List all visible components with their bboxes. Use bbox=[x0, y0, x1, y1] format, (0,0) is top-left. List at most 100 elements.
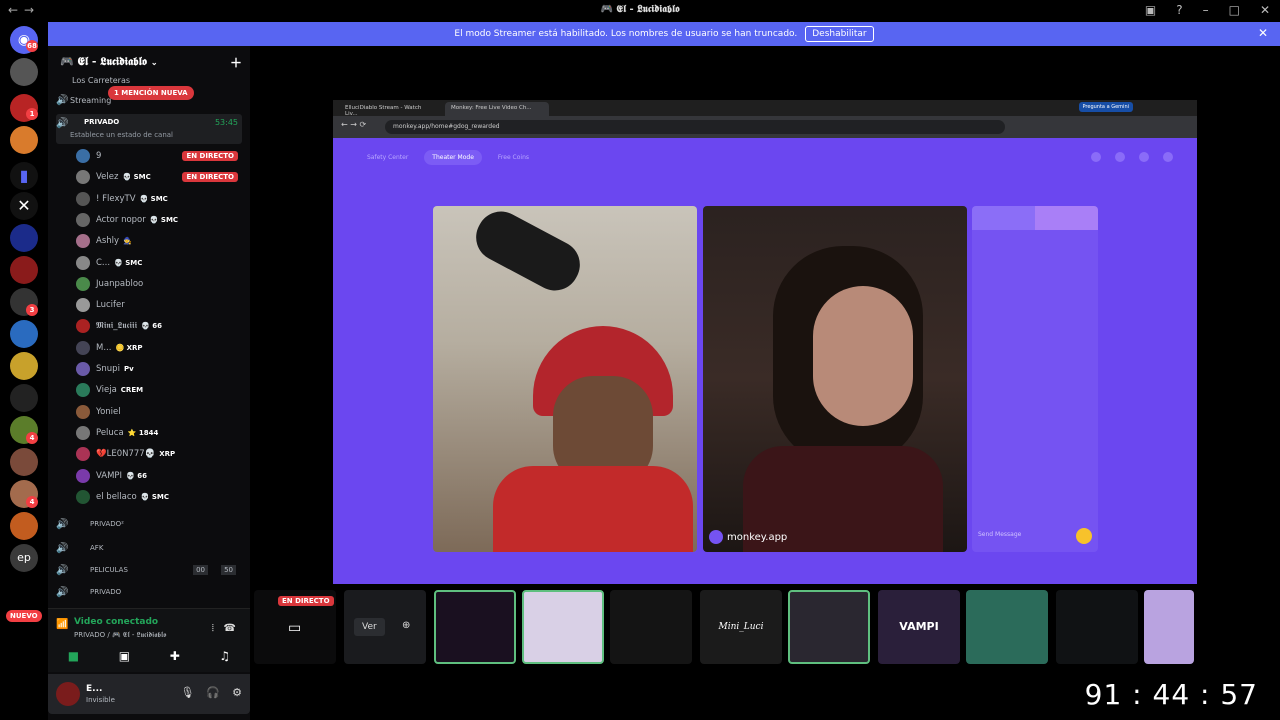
voice-channel-peliculas[interactable]: 🔊 PELICULAS 00 50 bbox=[56, 560, 242, 580]
mention-pill[interactable]: 1 MENCIÓN NUEVA bbox=[108, 86, 194, 100]
minimize-button[interactable]: – bbox=[1203, 3, 1209, 17]
unread-badge: 1 bbox=[26, 108, 38, 120]
participant-tile-vampi[interactable]: VAMPI bbox=[878, 590, 960, 664]
server-icon[interactable] bbox=[10, 256, 38, 284]
nav-theater-mode[interactable]: Theater Mode bbox=[424, 150, 482, 165]
chat-tab[interactable] bbox=[1035, 206, 1098, 230]
voice-channel-privado[interactable]: 🔊 PRIVADO 53:45 Establece un estado de c… bbox=[56, 114, 242, 144]
server-icon[interactable]: ✕ bbox=[10, 192, 38, 220]
voice-user-row[interactable]: el bellaco 💀 SMC bbox=[76, 487, 242, 507]
voice-user-row[interactable]: ! FlexyTV 💀 SMC bbox=[76, 189, 242, 209]
voice-user-row[interactable]: 9 EN DIRECTO bbox=[76, 146, 242, 166]
profile-icon[interactable] bbox=[1163, 152, 1173, 162]
user-tag: 💀 66 bbox=[141, 322, 163, 331]
send-message-input[interactable]: Send Message bbox=[978, 531, 1021, 538]
soundboard-icon[interactable]: ♫ bbox=[219, 649, 230, 663]
avatar bbox=[76, 447, 90, 462]
disable-streamer-button[interactable]: Deshabilitar bbox=[805, 26, 874, 42]
voice-user-row[interactable]: 𝕸𝖎𝖓𝖎_𝕷𝖚𝖈𝖎𝖎𝖎 💀 66 bbox=[76, 316, 242, 336]
browser-tab-active[interactable]: Monkey: Free Live Video Ch... bbox=[445, 102, 549, 116]
signal-icon[interactable]: 📶 bbox=[56, 619, 68, 630]
voice-user-row[interactable]: 💔LE0N777💀 XRP bbox=[76, 444, 242, 464]
voice-channel-afk[interactable]: 🔊 AFK bbox=[56, 538, 242, 558]
voice-user-name: ! FlexyTV bbox=[96, 193, 136, 204]
screen-share-icon[interactable]: ▣ bbox=[1145, 3, 1156, 17]
user-tag: 💀 SMC bbox=[149, 215, 179, 224]
camera-icon[interactable]: ■ bbox=[68, 649, 79, 663]
server-header[interactable]: 🎮 𝕰𝖑 - 𝕷𝖚𝖈𝖎𝖉𝖎𝖆𝖇𝖑𝖔 ⌄ ＋ bbox=[48, 46, 250, 78]
activities-icon[interactable]: ✚ bbox=[170, 649, 180, 663]
participant-tile[interactable] bbox=[1056, 590, 1138, 664]
server-icon[interactable] bbox=[10, 58, 38, 86]
noise-suppression-icon[interactable]: ⦙ bbox=[212, 623, 214, 634]
settings-gear-icon[interactable]: ⚙ bbox=[232, 686, 242, 699]
screen-share-icon[interactable]: ▣ bbox=[119, 649, 130, 663]
voice-channel-privado3[interactable]: 🔊 PRIVADO bbox=[56, 582, 242, 602]
tile-watch[interactable]: Ver ⊕ bbox=[344, 590, 426, 664]
channel-label: Los Carreteras bbox=[72, 76, 131, 85]
gemini-button[interactable]: Pregunta a Gemini bbox=[1078, 102, 1133, 112]
close-button[interactable]: ✕ bbox=[1260, 3, 1270, 17]
headphones-icon[interactable]: 🎧 bbox=[206, 686, 220, 699]
voice-user-row[interactable]: C... 💀 SMC bbox=[76, 253, 242, 273]
voice-user-row[interactable]: Vieja CREM bbox=[76, 380, 242, 400]
disconnect-icon[interactable]: ☎ bbox=[224, 623, 236, 634]
voice-user-row[interactable]: Juanpabloo bbox=[76, 274, 242, 294]
coin-icon[interactable] bbox=[1091, 152, 1101, 162]
watch-button[interactable]: Ver bbox=[354, 618, 385, 636]
voice-location[interactable]: PRIVADO / 🎮 𝕰𝖑 - 𝕷𝖚𝖈𝖎𝖉𝖎𝖆𝖇𝖑𝖔 bbox=[74, 631, 166, 640]
local-camera-feed bbox=[433, 206, 697, 552]
history-icon[interactable] bbox=[1115, 152, 1125, 162]
server-icon[interactable] bbox=[10, 512, 38, 540]
add-member-icon[interactable]: ＋ bbox=[230, 54, 242, 71]
server-icon[interactable] bbox=[10, 126, 38, 154]
voice-user-row[interactable]: VAMPI 💀 66 bbox=[76, 466, 242, 486]
chat-tab[interactable] bbox=[972, 206, 1035, 230]
server-icon[interactable] bbox=[10, 448, 38, 476]
nav-free-coins[interactable]: Free Coins bbox=[490, 150, 537, 165]
participant-tile[interactable] bbox=[1144, 590, 1194, 664]
help-icon[interactable]: ? bbox=[1176, 3, 1182, 17]
avatar[interactable] bbox=[56, 682, 80, 706]
voice-channel-privado2[interactable]: 🔊 PRIVADO² bbox=[56, 514, 242, 534]
participant-tile[interactable] bbox=[434, 590, 516, 664]
speaker-icon: 🔊 bbox=[56, 542, 69, 554]
nav-safety-center[interactable]: Safety Center bbox=[359, 150, 416, 165]
server-icon-ep[interactable]: ep bbox=[10, 544, 38, 572]
maximize-button[interactable]: □ bbox=[1229, 3, 1240, 17]
participant-tile[interactable] bbox=[788, 590, 870, 664]
user-limit: 50 bbox=[221, 565, 236, 575]
tile-screen-live[interactable]: EN DIRECTO ▭ bbox=[254, 590, 336, 664]
voice-user-row[interactable]: Lucifer bbox=[76, 295, 242, 315]
voice-user-row[interactable]: Actor nopor 💀 SMC bbox=[76, 210, 242, 230]
user-controls: 🎙 🎧 ⚙ bbox=[180, 686, 242, 699]
participant-tile[interactable] bbox=[966, 590, 1048, 664]
gift-icon[interactable] bbox=[1076, 528, 1092, 544]
settings-icon[interactable] bbox=[1139, 152, 1149, 162]
red-shirt-shape bbox=[493, 466, 693, 552]
speaker-icon: 🔊 bbox=[56, 564, 69, 576]
server-icon[interactable] bbox=[10, 384, 38, 412]
voice-user-row[interactable]: Peluca ⭐ 1844 bbox=[76, 423, 242, 443]
browser-nav-icons[interactable]: ← → ⟳ bbox=[341, 120, 366, 129]
participant-tile[interactable] bbox=[610, 590, 692, 664]
voice-user-row[interactable]: Snupi Pv bbox=[76, 359, 242, 379]
voice-user-row[interactable]: Ashly 🧙 bbox=[76, 231, 242, 251]
participant-tile[interactable] bbox=[522, 590, 604, 664]
avatar bbox=[76, 489, 90, 504]
channel-status-prompt[interactable]: Establece un estado de canal bbox=[70, 131, 173, 139]
microphone-icon[interactable]: 🎙 bbox=[180, 686, 194, 699]
voice-user-row[interactable]: Velez 💀 SMC EN DIRECTO bbox=[76, 167, 242, 187]
monkey-header-icons bbox=[1091, 152, 1173, 162]
browser-tab[interactable]: ElluciDiablo Stream - Watch Liv... bbox=[339, 102, 439, 117]
participant-tile-mini-luci[interactable]: Mini_Luci bbox=[700, 590, 782, 664]
voice-user-row[interactable]: Yoniel bbox=[76, 402, 242, 422]
voice-user-row[interactable]: M... 🪙 XRP bbox=[76, 338, 242, 358]
close-icon[interactable]: ✕ bbox=[1258, 26, 1268, 40]
folder-icon[interactable]: ▮ bbox=[10, 162, 38, 190]
server-icon[interactable] bbox=[10, 320, 38, 348]
popout-icon[interactable]: ⊕ bbox=[402, 620, 410, 631]
url-field[interactable]: monkey.app/home#gdog_rewarded bbox=[385, 120, 1005, 134]
server-icon[interactable] bbox=[10, 352, 38, 380]
server-icon[interactable] bbox=[10, 224, 38, 252]
